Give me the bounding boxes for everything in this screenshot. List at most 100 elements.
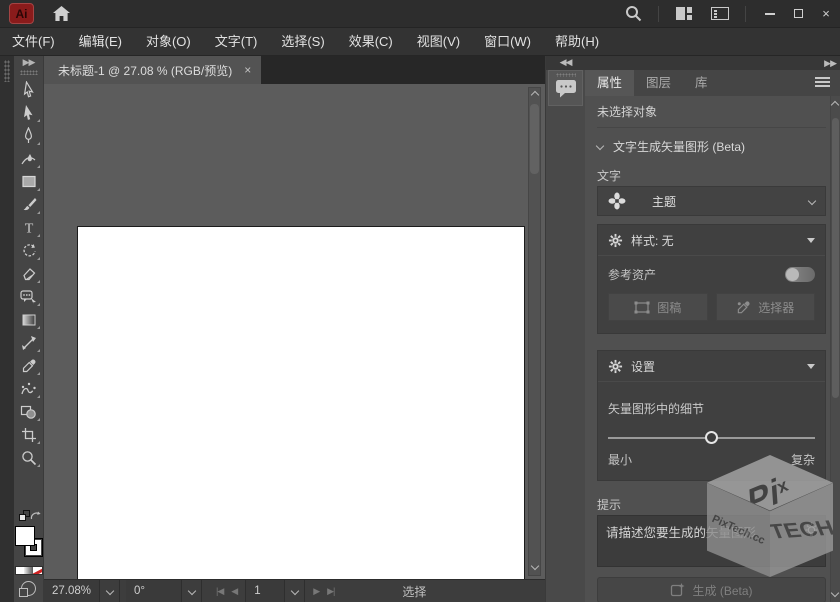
no-selection-label: 未选择对象 [597, 96, 826, 128]
tool-zoom[interactable] [16, 446, 42, 469]
detail-slider[interactable] [608, 431, 815, 445]
menu-edit[interactable]: 编辑(E) [67, 28, 134, 55]
picker-button[interactable]: 选择器 [716, 293, 816, 321]
tool-puppet-warp[interactable] [16, 377, 42, 400]
scrollbar-thumb[interactable] [832, 118, 839, 398]
toolbar-grip[interactable] [20, 70, 38, 75]
settings-dropdown-icon[interactable] [807, 364, 815, 369]
tool-discussion[interactable] [16, 285, 42, 308]
first-artboard-icon[interactable]: |◀ [216, 586, 223, 597]
none-button[interactable] [33, 567, 42, 574]
menu-type[interactable]: 文字(T) [203, 28, 270, 55]
tab-layers[interactable]: 图层 [634, 70, 683, 96]
section-chevron-icon[interactable] [596, 142, 604, 150]
dock-grip[interactable] [4, 60, 10, 82]
tool-width[interactable] [16, 331, 42, 354]
rotation-dropdown-icon[interactable] [182, 580, 202, 602]
artboard-dropdown-icon[interactable] [285, 580, 305, 602]
workspace-switcher-icon[interactable] [669, 2, 699, 26]
maximize-icon[interactable] [784, 0, 812, 28]
scroll-down-icon[interactable] [530, 562, 538, 570]
text-to-vector-section-header[interactable]: 文字生成矢量图形 (Beta) [597, 128, 826, 164]
canvas[interactable] [44, 84, 545, 579]
menu-file[interactable]: 文件(F) [0, 28, 67, 55]
subject-dropdown-value: 主题 [652, 193, 676, 210]
document-tab[interactable]: 未标题-1 @ 27.08 % (RGB/预览) × [44, 56, 261, 84]
lightbulb-icon[interactable] [804, 522, 819, 538]
document-tab-bar: 未标题-1 @ 27.08 % (RGB/预览) × [44, 56, 545, 84]
tool-eraser[interactable] [16, 262, 42, 285]
properties-panel: ▶▶ 属性 图层 库 未选择对象 文字生成矢量图形 (Beta) 文字 主题 样… [585, 56, 840, 602]
tool-paintbrush[interactable] [16, 193, 42, 216]
tool-selection[interactable] [16, 78, 42, 101]
style-header[interactable]: 样式: 无 [598, 225, 825, 256]
reference-assets-toggle[interactable] [785, 267, 815, 282]
menu-object[interactable]: 对象(O) [134, 28, 203, 55]
titlebar-separator [745, 6, 746, 22]
picker-button-label: 选择器 [758, 299, 794, 316]
dropdown-chevron-icon [808, 197, 816, 205]
tool-direct-selection[interactable] [16, 101, 42, 124]
home-icon[interactable] [46, 2, 76, 26]
gear-icon [608, 233, 623, 248]
zoom-level-field[interactable]: 27.08% [44, 580, 100, 602]
settings-header[interactable]: 设置 [598, 351, 825, 382]
close-icon[interactable]: × [812, 0, 840, 28]
artboard-number-field[interactable]: 1 [245, 580, 285, 602]
tool-rotate[interactable] [16, 239, 42, 262]
zoom-dropdown-icon[interactable] [100, 580, 120, 602]
tab-close-icon[interactable]: × [244, 63, 251, 77]
canvas-vertical-scrollbar[interactable] [528, 87, 541, 576]
menu-select[interactable]: 选择(S) [269, 28, 336, 55]
scroll-up-icon[interactable] [530, 91, 538, 99]
default-fill-stroke-icon[interactable] [16, 510, 42, 524]
tool-pen[interactable] [16, 124, 42, 147]
last-artboard-icon[interactable]: ▶| [327, 586, 334, 597]
dock-collapse-icon[interactable]: ◀◀ [546, 56, 585, 70]
previous-artboard-icon[interactable]: ◀ [231, 586, 237, 597]
scroll-up-icon[interactable] [831, 101, 839, 109]
tool-rectangle[interactable] [16, 170, 42, 193]
scrollbar-thumb[interactable] [530, 104, 539, 174]
panel-menu-icon[interactable] [815, 77, 830, 89]
toolbar-expand-icon[interactable]: ▶▶ [14, 56, 43, 68]
tool-curvature[interactable] [16, 147, 42, 170]
gradient-button[interactable] [24, 567, 33, 574]
tool-type[interactable]: T [16, 216, 42, 239]
document-tab-title: 未标题-1 @ 27.08 % (RGB/预览) [58, 62, 232, 79]
control-panel-icon[interactable] [705, 2, 735, 26]
next-artboard-icon[interactable]: ▶ [313, 586, 319, 597]
artboard[interactable] [77, 226, 525, 579]
swap-fill-stroke-icon [30, 511, 41, 521]
scroll-down-icon[interactable] [831, 589, 839, 597]
menu-view[interactable]: 视图(V) [405, 28, 472, 55]
minimize-icon[interactable] [756, 0, 784, 28]
tab-properties[interactable]: 属性 [585, 70, 634, 96]
prompt-input[interactable] [598, 516, 825, 566]
draw-mode-button[interactable] [21, 581, 36, 596]
menu-effect[interactable]: 效果(C) [337, 28, 405, 55]
artwork-button[interactable]: 图稿 [608, 293, 708, 321]
panel-collapse-icon[interactable]: ▶▶ [585, 56, 840, 70]
artwork-icon [634, 301, 650, 314]
tool-eyedropper[interactable] [16, 354, 42, 377]
subject-dropdown[interactable]: 主题 [597, 186, 826, 216]
tool-artboard[interactable] [16, 423, 42, 446]
rotation-field[interactable]: 0° [126, 580, 182, 602]
menu-window[interactable]: 窗口(W) [472, 28, 543, 55]
slider-thumb[interactable] [705, 431, 718, 444]
menu-help[interactable]: 帮助(H) [543, 28, 611, 55]
generate-button[interactable]: 生成 (Beta) [597, 577, 826, 602]
color-button[interactable] [16, 567, 25, 574]
tool-shape-builder[interactable] [16, 400, 42, 423]
fill-color-swatch[interactable] [15, 526, 35, 546]
style-dropdown-icon[interactable] [807, 238, 815, 243]
tab-libraries[interactable]: 库 [683, 70, 720, 96]
comments-panel-button[interactable] [548, 70, 583, 106]
tool-gradient[interactable] [16, 308, 42, 331]
panel-scrollbar[interactable] [830, 96, 840, 602]
prompt-label: 提示 [597, 493, 826, 515]
search-icon[interactable] [618, 2, 648, 26]
status-bar: 27.08% 0° |◀ ◀ 1 ▶ ▶| 选择 [44, 579, 545, 602]
fill-stroke-indicator[interactable] [14, 526, 44, 562]
